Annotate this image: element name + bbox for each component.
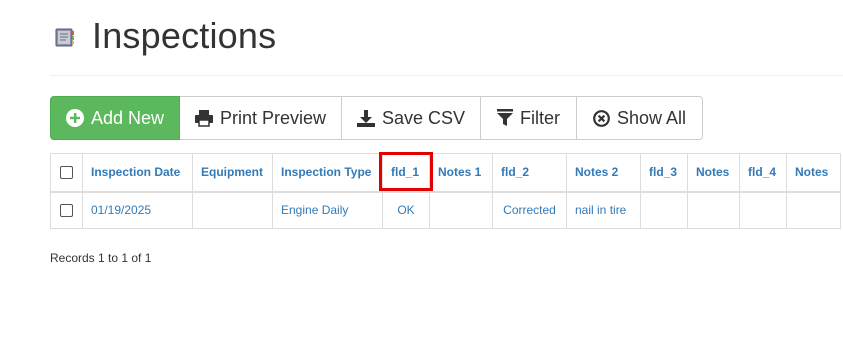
table-header-row: Inspection Date Equipment Inspection Typ… [50,153,841,193]
row-select-cell [50,191,83,229]
row-checkbox[interactable] [60,204,73,218]
page-header: Inspections [54,14,276,58]
table-cell [786,191,841,229]
records-count: Records 1 to 1 of 1 [50,251,152,265]
close-circle-icon [593,109,610,127]
show-all-button[interactable]: Show All [577,96,703,140]
printer-icon [194,109,213,127]
table-cell [192,191,273,229]
table-cell [687,191,740,229]
select-all-checkbox[interactable] [60,166,73,180]
table-cell [429,191,493,229]
table-cell [739,191,787,229]
column-header[interactable]: Notes 1 [429,153,493,193]
toolbar: Add New Print Preview Save CSV Filter Sh… [50,96,703,142]
print-preview-button[interactable]: Print Preview [180,96,342,140]
download-icon [356,109,375,127]
column-header[interactable]: fld_4 [739,153,787,193]
add-new-button[interactable]: Add New [50,96,180,140]
table-cell[interactable]: 01/19/2025 [82,191,193,229]
page-title: Inspections [92,15,277,56]
table-row[interactable]: 01/19/2025 Engine Daily OK Corrected nai… [50,191,841,229]
page: Inspections Add New Print Preview Save C… [0,0,843,350]
table-cell [640,191,688,229]
filter-icon [497,109,513,127]
inspections-table: Inspection Date Equipment Inspection Typ… [50,153,841,229]
print-preview-label: Print Preview [219,107,327,128]
column-header[interactable]: fld_2 [492,153,567,193]
column-header[interactable]: Notes [786,153,841,193]
show-all-label: Show All [616,107,687,128]
filter-button[interactable]: Filter [481,96,577,140]
filter-label: Filter [520,107,560,128]
plus-circle-icon [65,109,84,127]
column-header[interactable]: Equipment [192,153,273,193]
column-header[interactable]: fld_3 [640,153,688,193]
column-header[interactable]: Inspection Date [82,153,193,193]
save-csv-button[interactable]: Save CSV [342,96,481,140]
table-cell[interactable]: Engine Daily [272,191,383,229]
column-header[interactable]: Notes [687,153,740,193]
header-divider [50,75,843,76]
table-cell[interactable]: Corrected [492,191,567,229]
add-new-label: Add New [90,107,165,128]
column-header[interactable]: Notes 2 [566,153,641,193]
notebook-icon [54,26,76,48]
save-csv-label: Save CSV [381,107,466,128]
table-cell[interactable]: nail in tire [566,191,641,229]
column-header[interactable]: Inspection Type [272,153,383,193]
highlight-annotation [379,152,433,191]
table-cell[interactable]: OK [382,191,430,229]
select-all-cell [50,153,83,193]
